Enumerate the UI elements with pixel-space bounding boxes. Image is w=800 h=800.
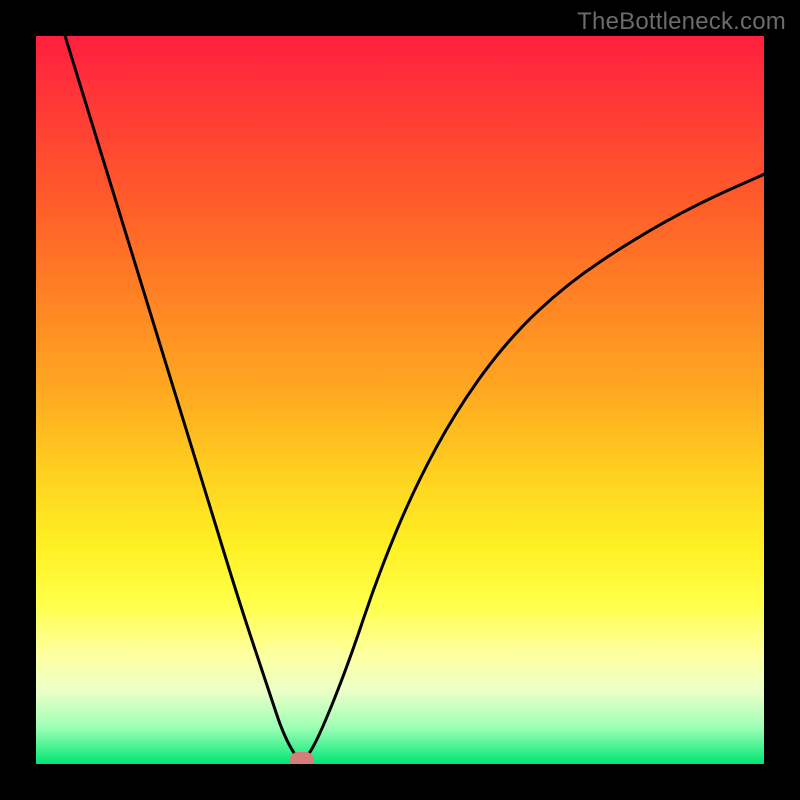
chart-frame: TheBottleneck.com <box>0 0 800 800</box>
plot-area <box>36 36 764 764</box>
watermark-text: TheBottleneck.com <box>577 8 786 36</box>
bottleneck-curve <box>36 36 764 764</box>
notch-marker <box>290 752 314 764</box>
